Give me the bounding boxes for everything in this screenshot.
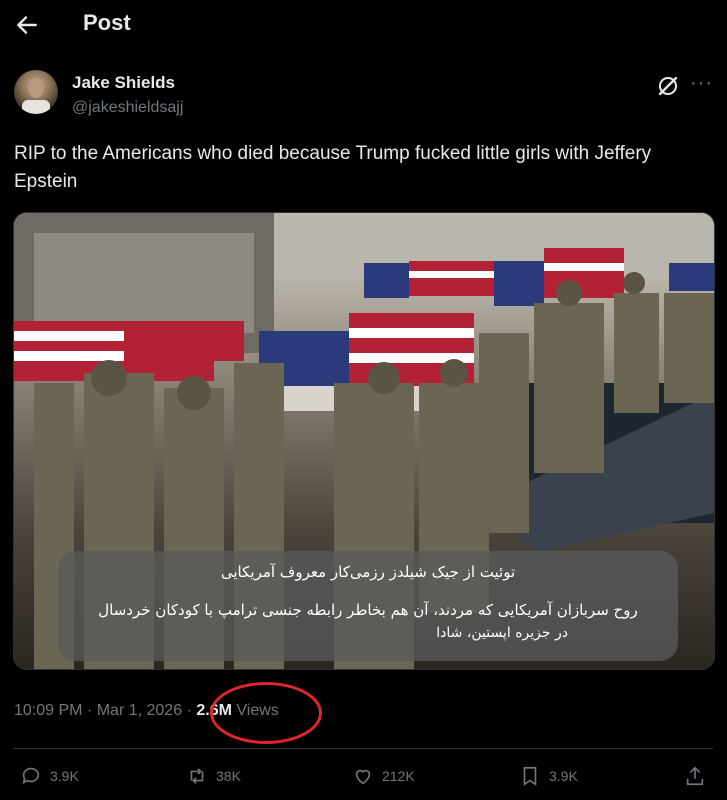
bookmark-button[interactable]: 3.9K (519, 764, 578, 788)
bookmark-count: 3.9K (549, 768, 578, 784)
caption-overlay: توئیت از جیک شیلدز رزمی‌کار معروف آمریکا… (58, 551, 678, 661)
overlay-line-1: توئیت از جیک شیلدز رزمی‌کار معروف آمریکا… (220, 563, 516, 581)
repost-count: 38K (216, 768, 241, 784)
top-bar: Post (0, 0, 727, 50)
tweet-text: RIP to the Americans who died because Tr… (14, 143, 652, 192)
post-time[interactable]: 10:09 PM (14, 702, 82, 719)
bookmark-icon (523, 766, 537, 786)
heart-icon (355, 769, 371, 785)
action-bar: 3.9K 38K 212K 3.9K (0, 758, 727, 794)
author-handle[interactable]: @jakeshieldsajj (72, 99, 183, 117)
overlay-line-2: روح سربازان آمریکایی که مردند، آن هم بخا… (98, 601, 638, 619)
grok-icon[interactable] (656, 74, 680, 98)
back-arrow-icon[interactable] (14, 12, 40, 38)
divider (14, 748, 713, 749)
more-options-icon[interactable]: ··· (690, 72, 713, 95)
avatar[interactable] (14, 70, 58, 114)
reply-button[interactable]: 3.9K (20, 764, 79, 788)
share-button[interactable] (684, 764, 714, 788)
like-button[interactable]: 212K (352, 764, 415, 788)
reply-count: 3.9K (50, 768, 79, 784)
post-image[interactable]: توئیت از جیک شیلدز رزمی‌کار معروف آمریکا… (13, 212, 715, 670)
repost-button[interactable]: 38K (186, 764, 241, 788)
author-name[interactable]: Jake Shields (72, 73, 175, 93)
page-title: Post (83, 10, 131, 35)
like-count: 212K (382, 768, 415, 784)
overlay-line-3: در جزیره اپستین، شادا (436, 625, 568, 641)
repost-icon (190, 768, 204, 784)
highlight-circle (210, 682, 322, 744)
reply-icon (22, 767, 40, 784)
share-icon (686, 766, 704, 786)
post-date[interactable]: Mar 1, 2026 (97, 702, 182, 719)
